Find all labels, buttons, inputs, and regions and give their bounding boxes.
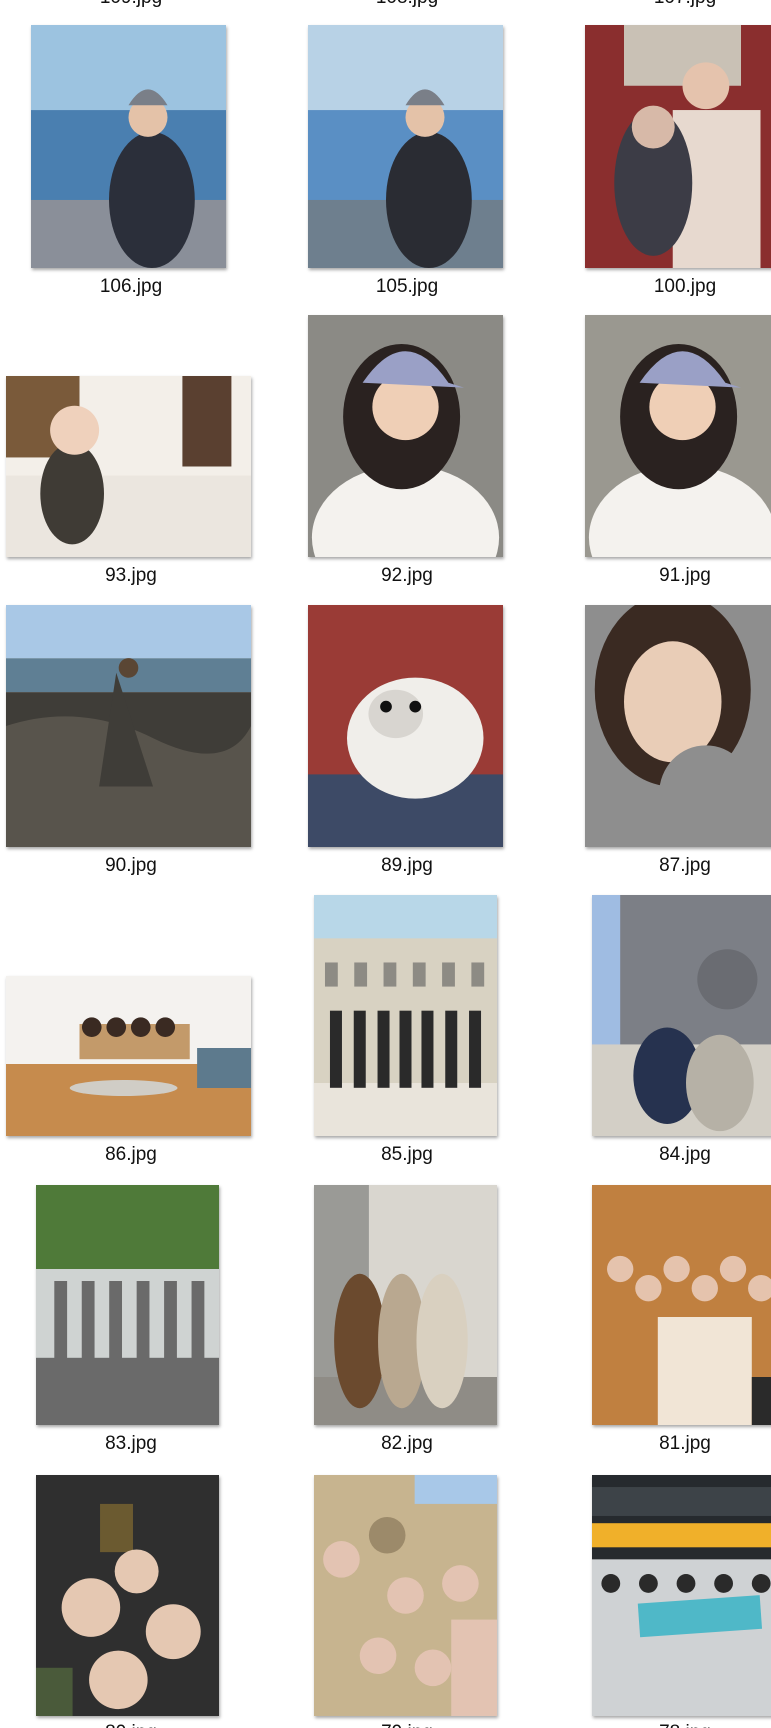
file-name-label-partial: 107.jpg: [585, 0, 771, 9]
image-thumbnail[interactable]: [592, 1475, 771, 1716]
image-thumbnail[interactable]: [31, 25, 226, 268]
photo-preview: [592, 1475, 771, 1716]
file-name-label[interactable]: 82.jpg: [307, 1433, 507, 1455]
image-thumbnail[interactable]: [314, 1475, 497, 1716]
photo-preview: [314, 1185, 497, 1425]
file-name-label[interactable]: 100.jpg: [585, 276, 771, 298]
photo-preview: [592, 1185, 771, 1425]
image-thumbnail[interactable]: [6, 376, 251, 557]
photo-preview: [308, 315, 503, 557]
file-name-label[interactable]: 90.jpg: [31, 855, 231, 877]
file-name-label-partial: 108.jpg: [307, 0, 507, 9]
file-name-label[interactable]: 89.jpg: [307, 855, 507, 877]
image-thumbnail[interactable]: [6, 605, 251, 847]
file-name-label[interactable]: 80.jpg: [31, 1722, 231, 1728]
image-thumbnail[interactable]: [36, 1475, 219, 1716]
image-thumbnail[interactable]: [592, 1185, 771, 1425]
photo-preview: [6, 976, 251, 1136]
photo-preview: [6, 605, 251, 847]
file-name-label[interactable]: 105.jpg: [307, 276, 507, 298]
image-thumbnail[interactable]: [314, 895, 497, 1136]
photo-preview: [585, 315, 771, 557]
file-name-label[interactable]: 86.jpg: [31, 1144, 231, 1166]
file-name-label[interactable]: 79.jpg: [307, 1722, 507, 1728]
file-name-label[interactable]: 91.jpg: [585, 565, 771, 587]
photo-preview: [36, 1185, 219, 1425]
photo-preview: [308, 605, 503, 847]
image-thumbnail[interactable]: [308, 605, 503, 847]
photo-preview: [308, 25, 503, 268]
image-thumbnail[interactable]: [314, 1185, 497, 1425]
photo-preview: [585, 605, 771, 847]
file-name-label[interactable]: 93.jpg: [31, 565, 231, 587]
thumbnail-grid: 109.jpg 108.jpg 107.jpg 106.jpg 105.jpg 100.j…: [0, 0, 771, 1728]
photo-preview: [314, 895, 497, 1136]
file-name-label[interactable]: 83.jpg: [31, 1433, 231, 1455]
image-thumbnail[interactable]: [585, 25, 771, 268]
image-thumbnail[interactable]: [592, 895, 771, 1136]
photo-preview: [592, 895, 771, 1136]
file-name-label-partial: 109.jpg: [31, 0, 231, 9]
image-thumbnail[interactable]: [308, 315, 503, 557]
file-name-label[interactable]: 92.jpg: [307, 565, 507, 587]
image-thumbnail[interactable]: [585, 605, 771, 847]
photo-preview: [31, 25, 226, 268]
image-thumbnail[interactable]: [6, 976, 251, 1136]
photo-preview: [585, 25, 771, 268]
image-thumbnail[interactable]: [585, 315, 771, 557]
file-name-label[interactable]: 84.jpg: [585, 1144, 771, 1166]
file-name-label[interactable]: 81.jpg: [585, 1433, 771, 1455]
photo-preview: [36, 1475, 219, 1716]
file-name-label[interactable]: 106.jpg: [31, 276, 231, 298]
image-thumbnail[interactable]: [308, 25, 503, 268]
photo-preview: [6, 376, 251, 557]
file-name-label[interactable]: 85.jpg: [307, 1144, 507, 1166]
file-name-label[interactable]: 78.jpg: [585, 1722, 771, 1728]
file-name-label[interactable]: 87.jpg: [585, 855, 771, 877]
photo-preview: [314, 1475, 497, 1716]
image-thumbnail[interactable]: [36, 1185, 219, 1425]
